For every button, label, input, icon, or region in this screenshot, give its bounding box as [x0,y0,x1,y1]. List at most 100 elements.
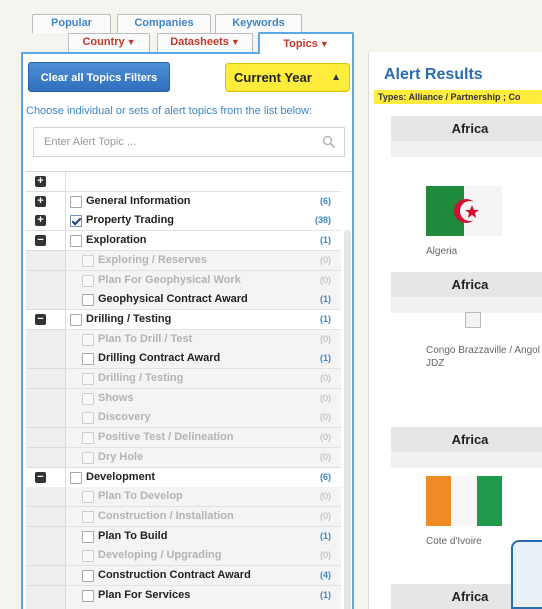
topic-row[interactable]: Drilling Contract Award (1) [26,349,352,370]
row-gutter [26,290,66,311]
country-name[interactable]: Congo Brazzaville / Angol [426,345,540,356]
topic-group-row[interactable]: − Drilling / Testing (1) [26,309,352,330]
topic-checkbox[interactable] [82,530,94,543]
tab-popular[interactable]: Popular [32,14,111,33]
topic-row[interactable]: Discovery (0) [26,408,352,429]
row-gutter [26,349,66,370]
topic-row[interactable]: Construction / Installation (0) [26,506,352,527]
topic-checkbox[interactable] [82,353,94,366]
tab-country[interactable]: Country ▼ [68,33,150,52]
topic-row[interactable]: Exploring / Reserves (0) [26,250,352,271]
topic-search-box [33,127,345,157]
topic-checkbox[interactable] [82,451,94,464]
topic-count: (0) [320,491,331,502]
row-gutter [26,526,66,547]
topic-row[interactable]: Drilling / Testing (0) [26,369,352,389]
topic-group-row[interactable]: + General Information (6) [26,191,352,212]
search-icon[interactable] [322,135,336,149]
topic-checkbox[interactable] [82,294,94,307]
topic-checkbox[interactable] [82,412,94,425]
topic-count: (0) [320,373,331,383]
topic-group-row[interactable]: − Exploration (1) [26,231,352,252]
tab-topics-label: Topics [283,38,318,50]
topic-count: (0) [320,392,331,403]
topics-filter-panel: Clear all Topics Filters Current Year ▲ … [21,52,354,609]
topic-checkbox[interactable] [82,373,94,385]
country-name[interactable]: Algeria [426,246,457,257]
topic-row[interactable]: Plan For Geophysical Work (0) [26,270,352,291]
topic-checkbox[interactable] [82,510,94,523]
cote-divoire-flag-icon[interactable] [426,476,502,526]
row-gutter [26,408,66,429]
year-select[interactable]: Current Year ▲ [225,63,350,92]
row-gutter [26,329,66,350]
topic-count: (0) [320,510,331,521]
collapse-minus-icon[interactable]: − [35,313,46,325]
topic-checkbox[interactable] [82,274,94,287]
topic-row[interactable]: Plan To Build (1) [26,526,352,547]
expand-plus-icon[interactable]: + [35,195,46,207]
collapse-minus-icon[interactable]: − [35,235,46,247]
topic-checkbox[interactable] [70,235,82,248]
topic-checkbox[interactable] [82,570,94,582]
topic-row[interactable]: Dry Hole (0) [26,447,352,468]
region-subheader [391,452,542,468]
row-gutter [26,369,66,389]
topic-row[interactable]: Plan For Services (1) [26,585,352,606]
topic-row[interactable]: Plan To Drill / Test (0) [26,329,352,350]
row-gutter: − [26,467,66,488]
topic-label: Property Trading [86,214,175,227]
topic-count: (1) [320,294,331,305]
row-gutter: − [26,309,66,330]
row-gutter: + [26,172,66,192]
topic-checkbox[interactable] [70,471,82,484]
topic-count: (6) [320,471,331,482]
overlay-popup-edge[interactable] [511,540,542,609]
topic-checkbox[interactable] [82,254,94,267]
topic-count: (4) [320,570,331,580]
row-gutter: + [26,191,66,212]
year-select-value: Current Year [234,70,312,85]
topic-row[interactable]: Shows (0) [26,388,352,409]
clear-topics-filters-button[interactable]: Clear all Topics Filters [28,62,170,92]
topic-checkbox[interactable] [70,313,82,326]
topic-row[interactable]: Tender For Drilling(0) [26,605,352,609]
topic-row[interactable]: Plan To Develop (0) [26,487,352,508]
country-name[interactable]: Cote d'Ivoire [426,536,482,547]
topic-group-row[interactable]: + Property Trading (38) [26,211,352,232]
topic-checkbox[interactable] [82,392,94,405]
topic-checkbox[interactable] [82,589,94,602]
expand-plus-icon[interactable]: + [35,215,46,227]
topic-label: Plan For Geophysical Work [98,273,241,286]
row-body [66,172,341,192]
row-gutter [26,546,66,567]
topic-checkbox[interactable] [82,333,94,346]
topic-checkbox[interactable] [82,491,94,504]
topic-row[interactable]: Positive Test / Delineation (0) [26,428,352,449]
topic-row[interactable]: Construction Contract Award (4) [26,566,352,586]
region-subheader [391,297,542,313]
topic-group-row[interactable]: − Development (6) [26,467,352,488]
topic-checkbox[interactable] [82,550,94,563]
topic-checkbox[interactable] [70,215,82,228]
topic-list-scrollbar[interactable] [344,230,351,609]
topic-header-row[interactable]: + [26,172,352,192]
topic-search-input[interactable] [34,128,314,156]
topic-label: Discovery [98,411,151,424]
region-header: Africa [391,427,542,452]
topic-row[interactable]: Geophysical Contract Award (1) [26,290,352,311]
tab-companies[interactable]: Companies [117,14,211,33]
tab-keywords[interactable]: Keywords [215,14,302,33]
row-body: Development (6) [66,467,341,488]
collapse-minus-icon[interactable]: − [35,471,46,483]
expand-plus-icon[interactable]: + [35,176,46,187]
algeria-flag-icon[interactable] [426,186,502,236]
filter-funnel-icon: ▼ [319,39,329,49]
tab-datasheets[interactable]: Datasheets ▼ [157,33,253,52]
topic-checkbox[interactable] [82,432,94,445]
topic-row[interactable]: Developing / Upgrading (0) [26,546,352,567]
row-gutter [26,605,66,609]
topic-checkbox[interactable] [70,195,82,208]
broken-image-icon[interactable] [465,312,481,328]
tab-topics[interactable]: Topics ▼ [258,32,354,54]
